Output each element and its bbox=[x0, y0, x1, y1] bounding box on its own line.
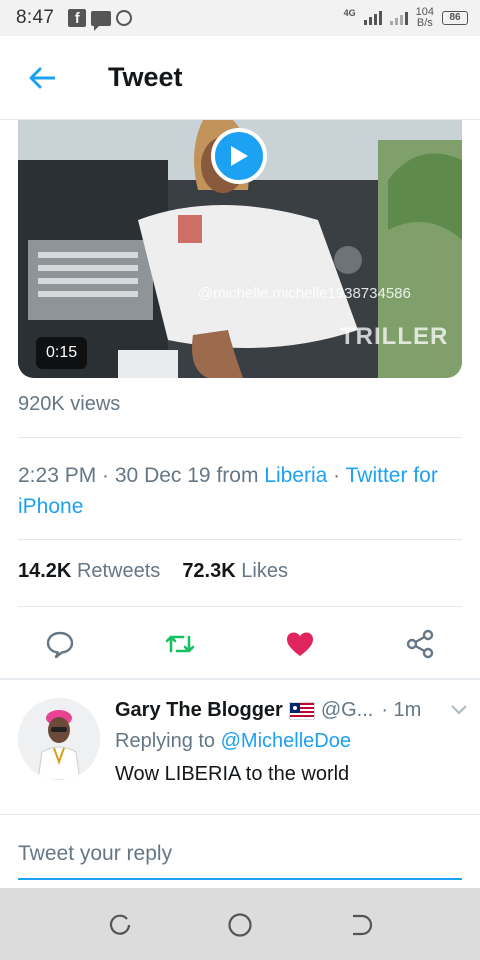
status-right: 4G 104 B/s 86 bbox=[344, 7, 468, 29]
arrow-left-icon bbox=[29, 67, 55, 88]
divider bbox=[18, 606, 462, 607]
replying-to: Replying to @MichelleDoe bbox=[115, 730, 351, 753]
back-nav-button[interactable] bbox=[347, 912, 373, 938]
liberia-flag-icon bbox=[288, 701, 315, 720]
chevron-down-icon bbox=[451, 705, 467, 715]
divider bbox=[18, 437, 462, 438]
signal-icon-2 bbox=[389, 11, 408, 25]
replying-to-link[interactable]: @MichelleDoe bbox=[221, 730, 351, 752]
network-type: 4G bbox=[343, 8, 356, 18]
comment-icon bbox=[46, 631, 74, 659]
share-button[interactable] bbox=[404, 628, 436, 660]
likes-label: Likes bbox=[241, 560, 288, 582]
retweets-count[interactable]: 14.2K Retweets bbox=[18, 560, 160, 583]
retweet-button[interactable] bbox=[164, 628, 196, 660]
network-speed: 104 B/s bbox=[416, 7, 434, 29]
reply-time: · 1m bbox=[381, 699, 422, 721]
like-icon bbox=[287, 632, 313, 656]
engagement-counts: 14.2K Retweets 72.3K Likes bbox=[18, 560, 288, 583]
play-icon bbox=[231, 146, 248, 166]
battery-icon: 86 bbox=[442, 11, 468, 25]
separator: · bbox=[327, 464, 346, 487]
reply-input[interactable]: Tweet your reply bbox=[18, 838, 462, 880]
reply-author-handle[interactable]: @G... bbox=[321, 699, 374, 722]
divider bbox=[0, 814, 480, 815]
status-time: 8:47 bbox=[16, 7, 55, 28]
home-button[interactable] bbox=[227, 912, 253, 938]
likes-number: 72.3K bbox=[182, 560, 236, 582]
location-link[interactable]: Liberia bbox=[264, 464, 327, 487]
tweet-actions bbox=[0, 612, 480, 676]
avatar[interactable] bbox=[18, 698, 100, 780]
recents-button[interactable] bbox=[107, 912, 133, 938]
page-title: Tweet bbox=[108, 62, 183, 92]
tweet-time: 2:23 PM bbox=[18, 464, 97, 487]
tweet-timestamp: 2:23 PM · 30 Dec 19 from Liberia · Twitt… bbox=[18, 460, 462, 522]
reply-menu-button[interactable] bbox=[450, 699, 468, 722]
notification-icons: f bbox=[68, 9, 133, 31]
speed-unit: B/s bbox=[416, 17, 433, 29]
reply-header: Gary The Blogger @G... · 1m bbox=[115, 699, 470, 722]
retweet-icon bbox=[165, 635, 195, 653]
signal-icon bbox=[363, 11, 382, 25]
likes-count[interactable]: 72.3K Likes bbox=[182, 560, 288, 583]
message-icon bbox=[91, 10, 112, 31]
system-nav-bar bbox=[0, 888, 480, 960]
recents-icon bbox=[109, 914, 131, 935]
circle-icon bbox=[116, 10, 133, 26]
reply-tweet[interactable]: Gary The Blogger @G... · 1m Replying to … bbox=[0, 680, 480, 814]
video-duration: 0:15 bbox=[36, 337, 88, 369]
replying-prefix: Replying to bbox=[115, 730, 221, 752]
divider bbox=[18, 539, 462, 540]
video-watermark: @michelle.michelle1938734586 bbox=[198, 285, 411, 302]
avatar-image bbox=[18, 698, 100, 780]
home-icon bbox=[228, 913, 252, 937]
view-count: 920K views bbox=[18, 393, 121, 415]
retweets-number: 14.2K bbox=[18, 560, 72, 582]
retweets-label: Retweets bbox=[76, 560, 161, 582]
triller-logo: TRILLER bbox=[340, 323, 449, 350]
share-icon bbox=[406, 629, 434, 659]
play-button[interactable] bbox=[211, 128, 267, 184]
back-button[interactable] bbox=[0, 36, 84, 120]
back-nav-icon bbox=[353, 914, 373, 936]
like-button[interactable] bbox=[284, 628, 316, 660]
video-player[interactable]: @michelle.michelle1938734586 TRILLER 0:1… bbox=[18, 120, 462, 378]
facebook-icon: f bbox=[68, 9, 87, 27]
status-bar: 8:47 f 4G 104 B/s 86 bbox=[0, 0, 480, 36]
reply-button[interactable] bbox=[44, 628, 76, 660]
reply-body: Wow LIBERIA to the world bbox=[115, 763, 350, 785]
reply-author-name[interactable]: Gary The Blogger bbox=[115, 699, 283, 722]
top-app-bar: Tweet bbox=[0, 36, 480, 120]
date-text: · 30 Dec 19 from bbox=[96, 464, 265, 487]
